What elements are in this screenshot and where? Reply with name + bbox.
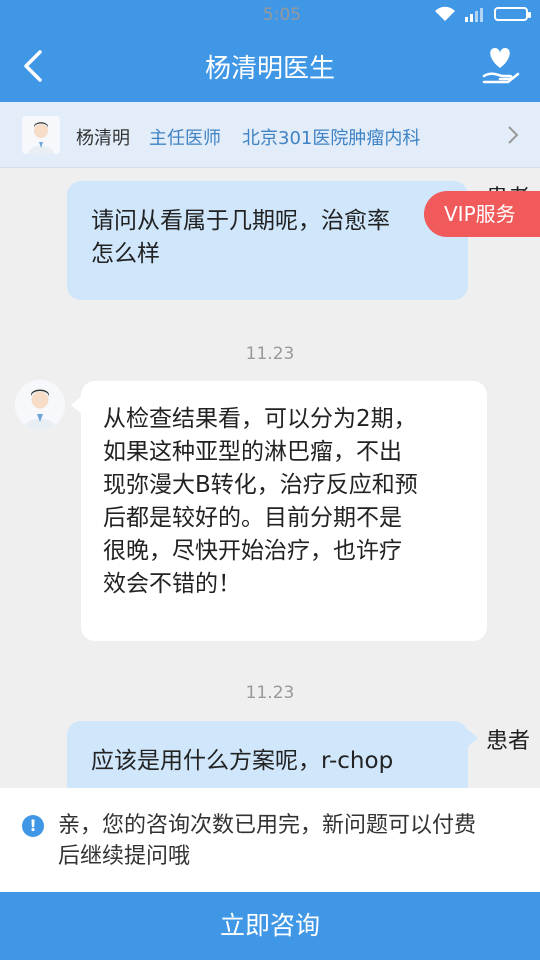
wifi-icon <box>435 6 455 21</box>
message-line: 效会不错的！ <box>103 571 241 597</box>
chat-area[interactable]: 请问从看属于几期呢，治愈率 怎么样 患者 11.23 从检查结果看，可以分为2期… <box>0 168 540 788</box>
message-line: 现弥漫大B转化，治疗反应和预 <box>103 472 418 498</box>
notice-text: 亲，您的咨询次数已用完，新问题可以付费 后继续提问哦 <box>58 810 528 872</box>
page-title: 杨清明医生 <box>204 54 335 84</box>
doctor-message: 从检查结果看，可以分为2期， 如果这种亚型的淋巴瘤，不出 现弥漫大B转化，治疗反… <box>81 381 487 641</box>
message-line: 应该是用什么方案呢，r-chop <box>91 748 394 774</box>
quota-notice: ! 亲，您的咨询次数已用完，新问题可以付费 后继续提问哦 <box>0 788 540 892</box>
message-line: 后都是较好的。目前分期不是 <box>103 505 402 531</box>
consult-now-button[interactable]: 立即咨询 <box>0 892 540 960</box>
message-line: 怎么样 <box>91 241 160 267</box>
message-line: 很晚，尽快开始治疗，也许疗 <box>103 538 402 564</box>
app-header: 杨清明医生 <box>0 30 540 102</box>
message-line: 请问从看属于几期呢，治愈率 <box>91 208 390 234</box>
battery-icon <box>494 7 531 21</box>
notice-line: 亲，您的咨询次数已用完，新问题可以付费 <box>58 813 477 838</box>
doctor-hospital: 北京301医院肿瘤内科 <box>242 128 421 149</box>
patient-label: 患者 <box>486 729 531 754</box>
notice-line: 后继续提问哦 <box>58 844 191 869</box>
status-bar: 5:05 <box>0 0 540 30</box>
patient-message: 请问从看属于几期呢，治愈率 怎么样 <box>67 181 468 300</box>
doctor-avatar <box>22 116 60 154</box>
message-line: 如果这种亚型的淋巴瘤，不出 <box>103 439 402 465</box>
patient-message: 应该是用什么方案呢，r-chop <box>67 721 468 788</box>
heart-hand-icon[interactable] <box>478 42 522 88</box>
bubble-tail <box>467 729 478 747</box>
status-icons <box>434 6 531 22</box>
doctor-name: 杨清明 <box>76 128 130 149</box>
info-icon: ! <box>22 815 44 837</box>
chat-timestamp: 11.23 <box>245 344 295 364</box>
chat-timestamp: 11.23 <box>245 683 295 703</box>
message-line: 从检查结果看，可以分为2期， <box>103 406 417 432</box>
doctor-info-bar[interactable]: 杨清明 主任医师 北京301医院肿瘤内科 <box>0 102 540 168</box>
doctor-chat-avatar <box>15 380 65 430</box>
vip-service-button[interactable]: VIP服务 <box>424 191 540 237</box>
signal-icon <box>465 8 483 22</box>
doctor-rank: 主任医师 <box>149 128 221 149</box>
chevron-right-icon <box>508 126 519 144</box>
